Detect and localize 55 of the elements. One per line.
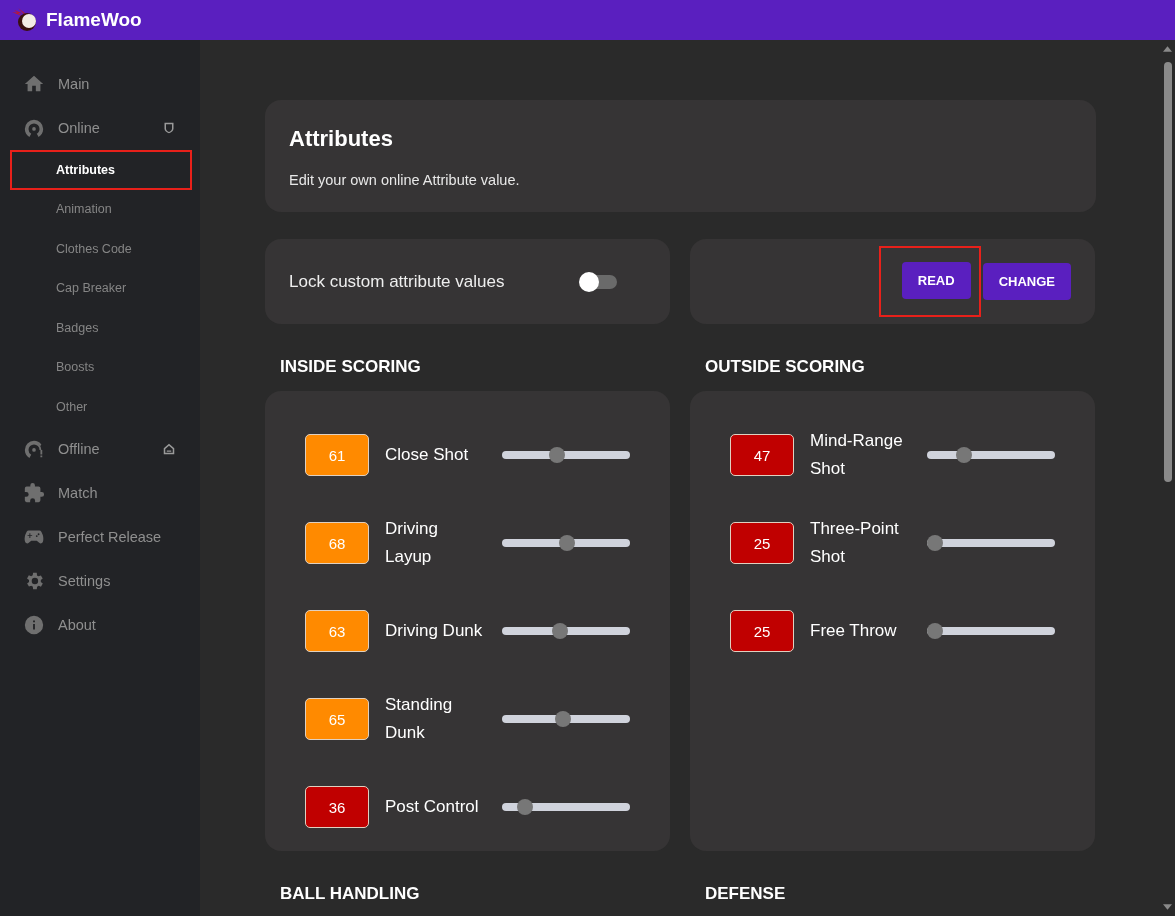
slider-thumb[interactable] — [559, 535, 576, 551]
lock-label: Lock custom attribute values — [289, 271, 506, 292]
value-badge: 25 — [730, 610, 794, 652]
scroll-down-icon[interactable] — [1163, 904, 1172, 910]
section-title: OUTSIDE SCORING — [705, 357, 866, 377]
broadcast-icon — [23, 117, 45, 139]
sidebar-item[interactable]: About — [0, 602, 200, 647]
sidebar-item[interactable]: Online — [0, 106, 200, 150]
sidebar-subitem[interactable]: Boosts — [10, 347, 192, 387]
sidebar-subitem[interactable]: Other — [10, 387, 192, 427]
slider-thumb[interactable] — [956, 447, 973, 463]
attribute-name: Free Throw — [810, 620, 898, 642]
sidebar-subitem[interactable]: Animation — [10, 189, 192, 229]
info-icon — [23, 613, 45, 636]
sidebar-item[interactable]: Match — [0, 470, 200, 515]
action-button[interactable]: CHANGE — [982, 263, 1071, 300]
app-title: FlameWoo — [46, 9, 142, 31]
attribute-name: Driving Layup — [385, 518, 439, 568]
sidebar-item[interactable]: Perfect Release — [0, 514, 200, 559]
attribute-name: Close Shot — [385, 444, 470, 466]
attribute-name: Post Control — [385, 796, 480, 818]
scrollbar-thumb[interactable] — [1163, 62, 1172, 482]
section-title: DEFENSE — [705, 884, 787, 904]
slider-thumb[interactable] — [927, 623, 943, 639]
section-title: INSIDE SCORING — [280, 357, 422, 377]
page-description: Edit your own online Attribute value. — [289, 172, 521, 188]
slider-thumb[interactable] — [552, 623, 569, 639]
sidebar-item[interactable]: Offline — [0, 426, 200, 471]
attribute-name: Mind-Range Shot — [810, 430, 904, 480]
page-title: Attributes — [289, 126, 394, 152]
sidebar-item[interactable]: Main — [0, 62, 200, 106]
sidebar-subitem[interactable]: Cap Breaker — [10, 268, 192, 308]
scroll-up-icon[interactable] — [1163, 46, 1172, 52]
sidebar-subitem[interactable]: Badges — [10, 308, 192, 348]
slider-thumb[interactable] — [549, 447, 566, 463]
value-badge: 68 — [305, 522, 369, 564]
value-badge: 47 — [730, 434, 794, 476]
slider-thumb[interactable] — [927, 535, 943, 551]
slider-thumb[interactable] — [554, 711, 571, 727]
lock-toggle[interactable] — [581, 274, 617, 289]
action-button[interactable]: READ — [901, 262, 971, 299]
attribute-name: Driving Dunk — [385, 620, 484, 642]
value-badge: 65 — [305, 698, 369, 740]
sidebar-subitem[interactable]: Clothes Code — [10, 229, 192, 269]
sidebar-subitem[interactable]: Attributes — [10, 150, 192, 190]
sidebar-item[interactable]: Settings — [0, 558, 200, 603]
section-title: BALL HANDLING — [280, 884, 421, 904]
value-badge: 36 — [305, 786, 369, 828]
value-badge: 63 — [305, 610, 369, 652]
value-badge: 25 — [730, 522, 794, 564]
puzzle-icon — [23, 481, 45, 504]
value-badge: 61 — [305, 434, 369, 476]
attribute-name: Three-Point Shot — [810, 518, 900, 568]
slider-thumb[interactable] — [516, 799, 533, 815]
attribute-name: Standing Dunk — [385, 694, 454, 744]
